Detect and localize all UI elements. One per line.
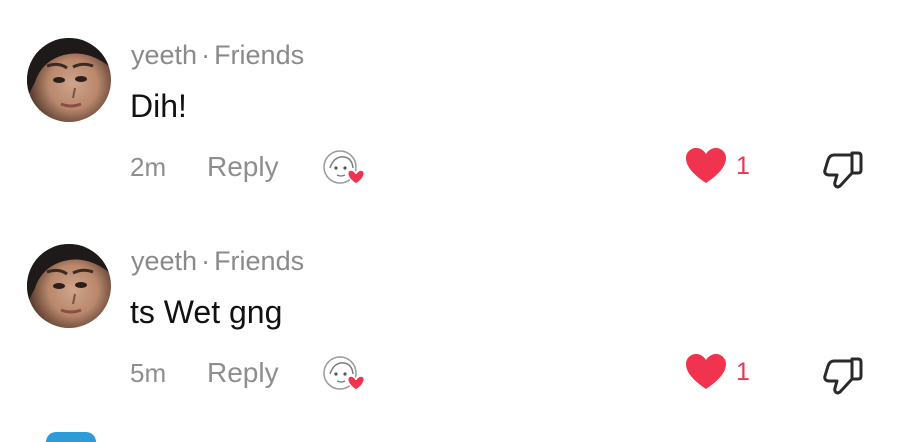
username[interactable]: yeeth xyxy=(131,246,197,276)
like-button[interactable]: 1 xyxy=(685,145,755,189)
thumbs-down-icon xyxy=(823,151,863,189)
dislike-button[interactable] xyxy=(822,354,864,396)
creator-liked-badge-icon xyxy=(320,148,368,190)
next-avatar-peek xyxy=(46,432,96,442)
like-count: 1 xyxy=(736,152,750,180)
like-button[interactable]: 1 xyxy=(685,351,755,395)
creator-liked-badge-icon xyxy=(320,354,368,396)
comment-meta: yeeth · Friends xyxy=(131,40,304,71)
reply-button[interactable]: Reply xyxy=(207,151,279,183)
comment-item: yeeth · Friends ts Wet gng 5m Reply 1 xyxy=(0,206,900,406)
comment-time: 5m xyxy=(130,358,167,388)
heart-icon xyxy=(686,148,726,183)
comment-time: 2m xyxy=(130,152,167,182)
comment-item: yeeth · Friends Dih! 2m Reply 1 xyxy=(0,0,900,200)
comment-text: ts Wet gng xyxy=(130,294,283,330)
avatar[interactable] xyxy=(27,244,111,328)
username[interactable]: yeeth xyxy=(131,40,197,70)
comment-text: Dih! xyxy=(130,88,187,124)
separator-dot: · xyxy=(201,246,211,276)
separator-dot: · xyxy=(201,40,211,70)
avatar[interactable] xyxy=(27,38,111,122)
relation-label: Friends xyxy=(214,40,305,70)
heart-icon xyxy=(686,354,726,389)
comment-meta: yeeth · Friends xyxy=(131,246,304,277)
reply-button[interactable]: Reply xyxy=(207,357,279,389)
dislike-button[interactable] xyxy=(822,148,864,190)
relation-label: Friends xyxy=(214,246,305,276)
thumbs-down-icon xyxy=(823,357,863,395)
like-count: 1 xyxy=(736,358,750,386)
